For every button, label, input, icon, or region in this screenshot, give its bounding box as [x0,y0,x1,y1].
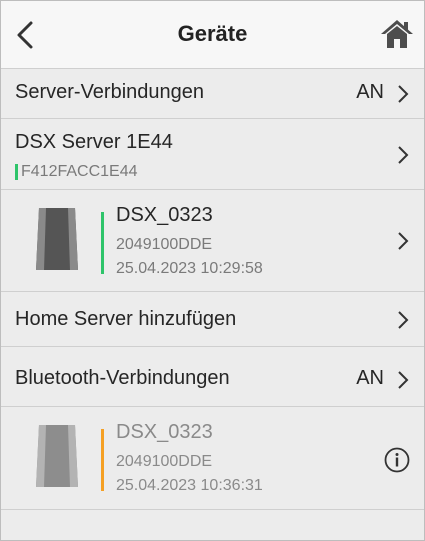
bluetooth-connections-label: Bluetooth-Verbindungen [15,367,230,389]
top-bar: Geräte [1,1,424,69]
page-title: Geräte [177,21,248,46]
devices-screen: Geräte Server-Verbindungen AN DSX Server… [0,0,425,541]
server-row[interactable]: DSX Server 1E44 F412FACC1E44 [1,119,424,190]
chevron-right-icon [398,232,409,250]
server-connections-value: AN [356,81,384,103]
device-name: DSX_0323 [116,421,213,443]
add-home-server-row[interactable]: Home Server hinzufügen [1,292,424,347]
status-bar [101,429,104,491]
info-icon[interactable] [384,447,410,473]
chevron-right-icon [398,85,409,103]
home-icon[interactable] [380,18,414,50]
device-serial: 2049100DDE [116,236,213,253]
bluetooth-connections-value: AN [356,367,384,389]
server-connections-label: Server-Verbindungen [15,81,205,103]
device-timestamp: 25.04.2023 10:29:58 [116,260,263,277]
add-home-server-label: Home Server hinzufügen [15,308,237,330]
bluetooth-connections-row[interactable]: Bluetooth-Verbindungen AN [1,347,424,407]
bluetooth-device-row[interactable]: DSX_0323 2049100DDE 25.04.2023 10:36:31 [1,407,424,510]
device-icon [36,208,78,270]
chevron-right-icon [398,311,409,329]
chevron-right-icon [398,371,409,389]
server-connections-row[interactable]: Server-Verbindungen AN [1,69,424,119]
device-icon [36,425,78,487]
device-name: DSX_0323 [116,204,213,226]
device-timestamp: 25.04.2023 10:36:31 [116,477,263,494]
status-bar [101,212,104,274]
server-accent-bar [15,164,18,180]
chevron-right-icon [398,146,409,164]
server-id: F412FACC1E44 [21,163,138,180]
device-serial: 2049100DDE [116,453,213,470]
server-name: DSX Server 1E44 [15,131,173,153]
server-device-row[interactable]: DSX_0323 2049100DDE 25.04.2023 10:29:58 [1,190,424,292]
